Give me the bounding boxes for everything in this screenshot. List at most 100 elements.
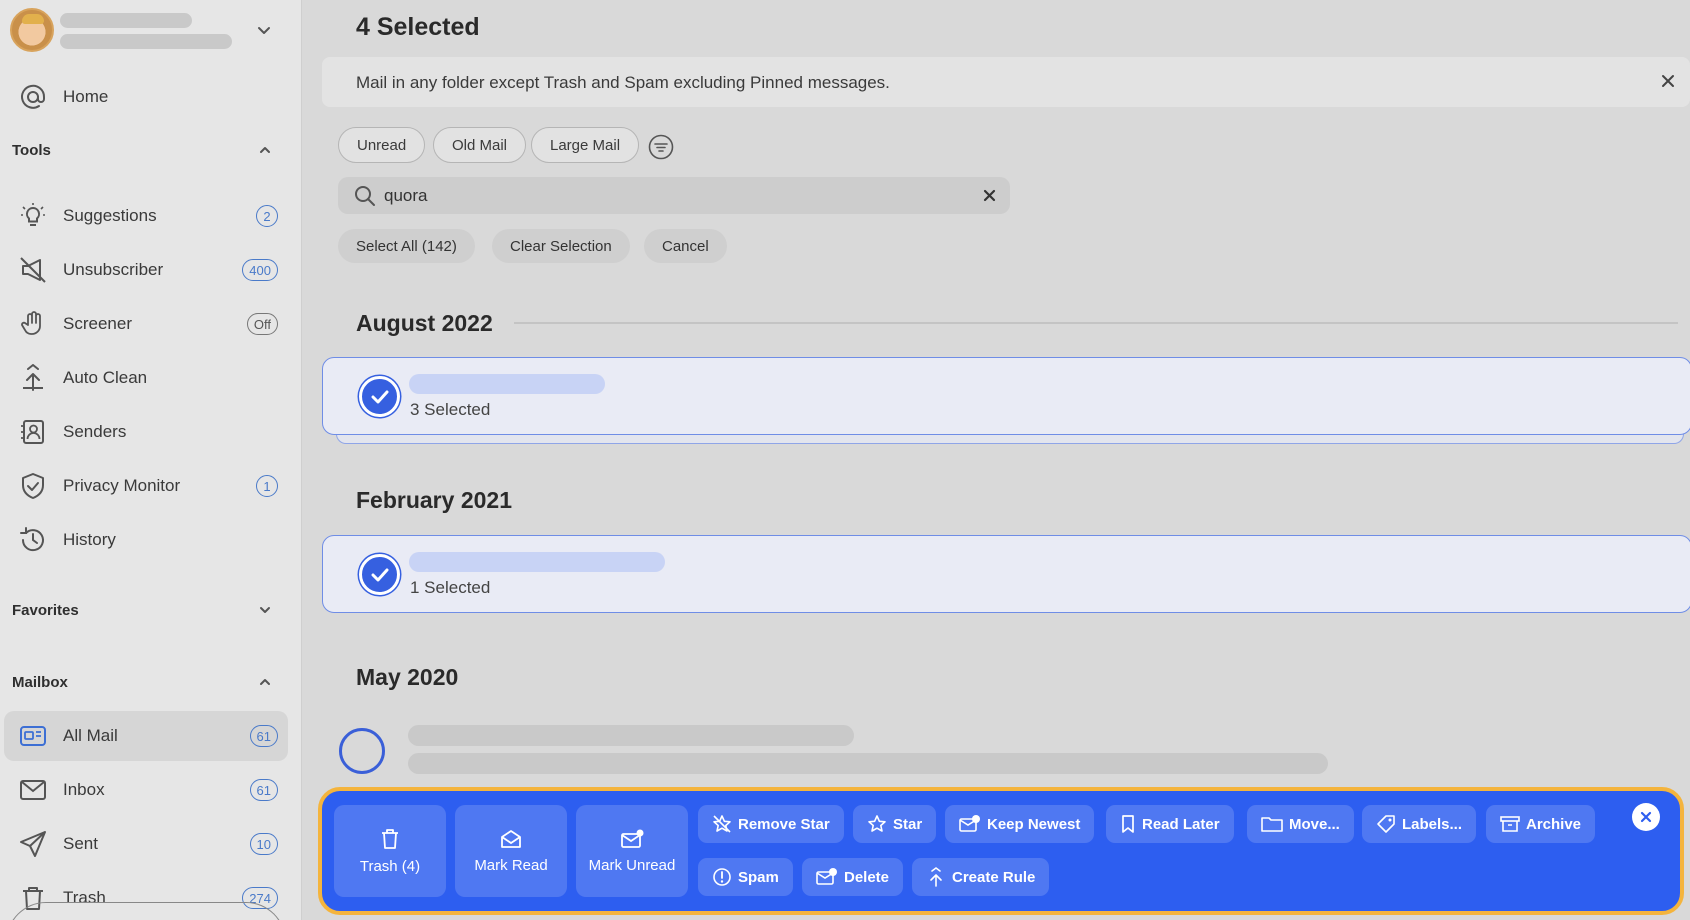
sidebar-item-all-mail[interactable]: All Mail 61 — [4, 711, 288, 761]
group-heading: August 2022 — [356, 310, 493, 336]
star-icon — [868, 815, 886, 832]
count-badge: 10 — [249, 833, 278, 855]
clear-search-icon[interactable] — [980, 186, 998, 204]
count-badge: 61 — [249, 779, 278, 801]
remove-star-button[interactable]: Remove Star — [698, 805, 844, 843]
sidebar-item-label: Home — [63, 87, 109, 106]
status-badge: Off — [246, 313, 278, 335]
sidebar-item-label: Unsubscriber — [63, 260, 164, 279]
bulk-action-bar: Trash (4) Mark Read Mark Unread Remove S… — [318, 787, 1684, 915]
unselected-checkbox[interactable] — [339, 728, 385, 774]
sidebar-item-label: Sent — [63, 834, 98, 853]
at-sign-icon — [18, 82, 48, 112]
sidebar-item-home[interactable]: Home — [4, 72, 288, 122]
cancel-button[interactable]: Cancel — [644, 229, 727, 263]
search-input[interactable]: quora — [338, 177, 1010, 214]
sidebar-item-history[interactable]: History — [4, 515, 288, 565]
sender-placeholder — [409, 552, 665, 572]
create-rule-button[interactable]: Create Rule — [912, 858, 1050, 896]
clock-history-icon — [18, 525, 48, 555]
archive-label: Archive — [1526, 815, 1582, 833]
sender-placeholder — [408, 725, 854, 746]
chevron-down-icon[interactable] — [254, 20, 274, 40]
sidebar-item-suggestions[interactable]: Suggestions 2 — [4, 191, 288, 241]
mark-read-button[interactable]: Mark Read — [455, 805, 567, 897]
sidebar-item-label: All Mail — [63, 726, 118, 745]
filter-chip-large-mail[interactable]: Large Mail — [531, 127, 640, 163]
divider — [514, 322, 1678, 324]
account-switcher[interactable] — [8, 6, 288, 54]
keep-newest-button[interactable]: Keep Newest — [945, 805, 1095, 843]
chevron-down-icon[interactable] — [254, 599, 276, 621]
contact-card-icon — [18, 417, 48, 447]
filter-chip-old-mail[interactable]: Old Mail — [433, 127, 527, 163]
sidebar-item-label: Privacy Monitor — [63, 476, 181, 495]
subject-placeholder — [408, 753, 1328, 774]
labels-button[interactable]: Labels... — [1362, 805, 1477, 843]
selection-count: 3 Selected — [410, 400, 491, 419]
tag-icon — [1377, 815, 1395, 833]
sidebar-item-sent[interactable]: Sent 10 — [4, 819, 288, 869]
split-arrow-icon — [18, 363, 48, 393]
filter-chip-unread[interactable]: Unread — [338, 127, 426, 163]
sidebar-item-inbox[interactable]: Inbox 61 — [4, 765, 288, 815]
sidebar-item-screener[interactable]: Screener Off — [4, 299, 288, 349]
envelope-badge-icon — [959, 815, 980, 832]
open-envelope-icon — [501, 829, 521, 848]
account-email-placeholder — [60, 34, 232, 49]
tools-heading: Tools — [12, 142, 51, 159]
move-button[interactable]: Move... — [1247, 805, 1354, 843]
hand-icon — [18, 309, 48, 339]
account-name-placeholder — [60, 13, 192, 28]
sidebar-item-privacy-monitor[interactable]: Privacy Monitor 1 — [4, 461, 288, 511]
spam-button[interactable]: Spam — [698, 858, 793, 896]
count-badge: 400 — [242, 259, 278, 281]
search-icon — [355, 186, 375, 206]
banner-text: Mail in any folder except Trash and Spam… — [356, 73, 890, 92]
select-all-button[interactable]: Select All (142) — [338, 229, 475, 263]
filter-lines-icon[interactable] — [648, 134, 674, 160]
star-label: Star — [893, 815, 923, 833]
lightbulb-icon — [18, 201, 48, 231]
search-value: quora — [384, 186, 428, 205]
star-button[interactable]: Star — [853, 805, 937, 843]
page-title: 4 Selected — [356, 13, 480, 41]
sidebar-item-senders[interactable]: Senders — [4, 407, 288, 457]
avatar — [10, 8, 54, 52]
sidebar-item-label: Screener — [63, 314, 132, 333]
mark-unread-button[interactable]: Mark Unread — [576, 805, 688, 897]
close-icon[interactable] — [1658, 71, 1678, 91]
shield-check-icon — [18, 471, 48, 501]
selected-thread-group[interactable]: 3 Selected — [322, 357, 1690, 435]
sidebar: Home Tools Suggestions 2 Unsubscriber 40… — [0, 0, 302, 920]
read-later-button[interactable]: Read Later — [1106, 805, 1234, 843]
envelope-x-icon — [816, 868, 837, 885]
close-icon[interactable] — [1632, 803, 1660, 831]
archive-button[interactable]: Archive — [1486, 805, 1596, 843]
selected-thread-group[interactable]: 1 Selected — [322, 535, 1690, 613]
chevron-up-icon[interactable] — [254, 139, 276, 161]
archive-box-icon — [1500, 816, 1520, 832]
alert-circle-icon — [713, 868, 731, 886]
count-badge: 2 — [256, 205, 278, 227]
main-content: 4 Selected Mail in any folder except Tra… — [302, 0, 1690, 920]
sidebar-item-label: Inbox — [63, 780, 105, 799]
create-rule-label: Create Rule — [952, 868, 1036, 886]
spam-label: Spam — [738, 868, 779, 886]
trash-label: Trash (4) — [359, 857, 421, 875]
sidebar-item-unsubscriber[interactable]: Unsubscriber 400 — [4, 245, 288, 295]
trash-button[interactable]: Trash (4) — [334, 805, 446, 897]
delete-button[interactable]: Delete — [802, 858, 904, 896]
trash-icon — [382, 828, 398, 849]
read-later-label: Read Later — [1142, 815, 1220, 833]
checkmark-icon[interactable] — [359, 554, 400, 595]
chevron-up-icon[interactable] — [254, 671, 276, 693]
checkmark-icon[interactable] — [359, 376, 400, 417]
paper-plane-icon — [18, 829, 48, 859]
split-arrow-icon — [930, 867, 942, 887]
sidebar-item-label: Senders — [63, 422, 127, 441]
scope-banner: Mail in any folder except Trash and Spam… — [322, 57, 1690, 107]
sidebar-item-auto-clean[interactable]: Auto Clean — [4, 353, 288, 403]
clear-selection-button[interactable]: Clear Selection — [492, 229, 630, 263]
star-slash-icon — [713, 815, 731, 833]
